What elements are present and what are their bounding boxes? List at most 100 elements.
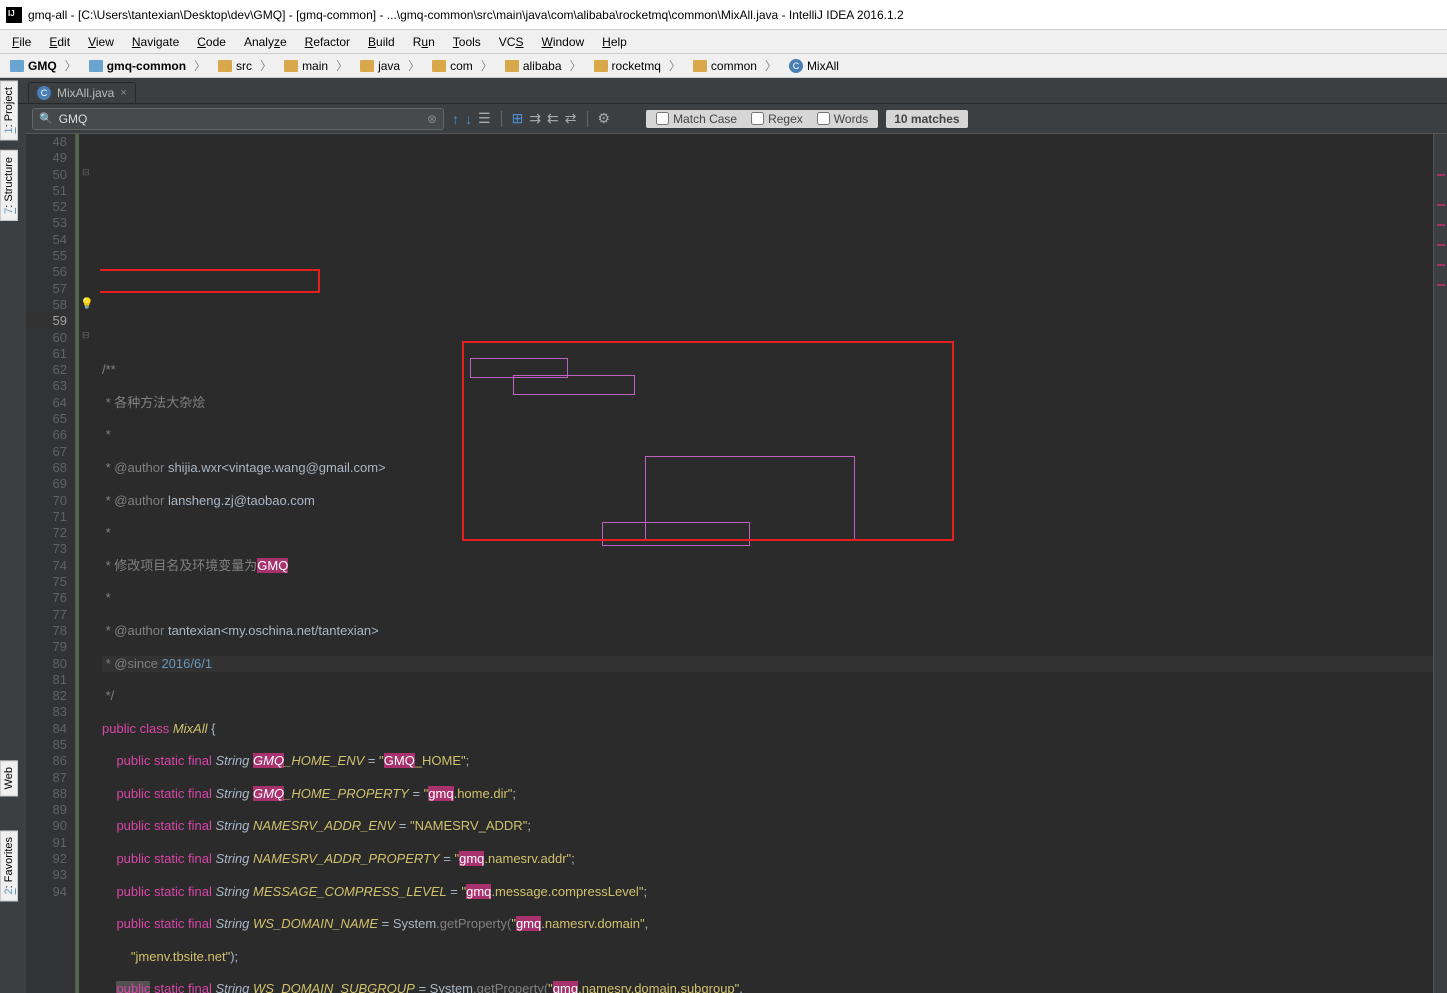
words-check[interactable]: Words	[817, 112, 868, 126]
menu-run[interactable]: Run	[405, 33, 443, 51]
fold-icon[interactable]: ⊟	[82, 330, 90, 341]
menu-analyze[interactable]: Analyze	[236, 33, 295, 51]
toolwindow-project[interactable]: 1: Project	[0, 80, 18, 140]
menu-help[interactable]: Help	[594, 33, 635, 51]
line-number[interactable]: 50	[26, 167, 67, 183]
line-number[interactable]: 64	[26, 395, 67, 411]
menu-file[interactable]: File	[4, 33, 39, 51]
line-number[interactable]: 51	[26, 183, 67, 199]
clear-icon[interactable]: ⊗	[427, 112, 437, 126]
line-number[interactable]: 89	[26, 802, 67, 818]
toolwindow-structure[interactable]: 7: Structure	[0, 150, 18, 221]
line-number[interactable]: 78	[26, 623, 67, 639]
line-number[interactable]: 53	[26, 215, 67, 231]
line-number[interactable]: 85	[26, 737, 67, 753]
add-selection-icon[interactable]: ⊞	[512, 110, 524, 127]
line-number[interactable]: 49	[26, 150, 67, 166]
crumb-file[interactable]: CMixAll	[783, 59, 853, 73]
code-line: public static final String NAMESRV_ADDR_…	[102, 818, 1447, 834]
line-number[interactable]: 65	[26, 411, 67, 427]
prev-match-icon[interactable]: ↑	[452, 111, 459, 127]
fold-icon[interactable]: ⊟	[82, 167, 90, 178]
crumb-java[interactable]: java	[354, 57, 426, 74]
line-number[interactable]: 84	[26, 721, 67, 737]
select-all-icon[interactable]: ⇉	[529, 110, 541, 127]
line-number[interactable]: 81	[26, 672, 67, 688]
error-stripe[interactable]	[1433, 134, 1447, 993]
line-number[interactable]: 67	[26, 444, 67, 460]
line-number[interactable]: 69	[26, 476, 67, 492]
line-gutter[interactable]: 4849505152535455565758596061626364656667…	[26, 134, 76, 993]
line-number[interactable]: 66	[26, 427, 67, 443]
line-number[interactable]: 74	[26, 558, 67, 574]
crumb-rocketmq[interactable]: rocketmq	[588, 57, 687, 74]
line-number[interactable]: 59	[26, 313, 67, 329]
line-number[interactable]: 83	[26, 704, 67, 720]
crumb-root[interactable]: GMQ	[4, 57, 83, 74]
code-line: public static final String GMQ_HOME_ENV …	[102, 753, 1447, 769]
line-number[interactable]: 87	[26, 770, 67, 786]
line-number[interactable]: 73	[26, 541, 67, 557]
search-input[interactable]	[59, 112, 421, 126]
crumb-alibaba[interactable]: alibaba	[499, 57, 588, 74]
line-number[interactable]: 68	[26, 460, 67, 476]
settings-icon[interactable]: ⚙	[598, 110, 611, 127]
line-number[interactable]: 77	[26, 607, 67, 623]
line-number[interactable]: 63	[26, 378, 67, 394]
tab-mixall[interactable]: C MixAll.java ×	[28, 82, 136, 103]
line-number[interactable]: 93	[26, 867, 67, 883]
menu-view[interactable]: View	[80, 33, 122, 51]
line-number[interactable]: 54	[26, 232, 67, 248]
menu-refactor[interactable]: Refactor	[297, 33, 358, 51]
toolwindow-favorites[interactable]: 2: Favorites	[0, 830, 18, 901]
remove-selection-icon[interactable]: ⇇	[547, 110, 559, 127]
menu-code[interactable]: Code	[189, 33, 234, 51]
filter-icon[interactable]: ☰	[478, 110, 491, 127]
menu-vcs[interactable]: VCS	[491, 33, 532, 51]
crumb-com[interactable]: com	[426, 57, 499, 74]
line-number[interactable]: 52	[26, 199, 67, 215]
match-case-check[interactable]: Match Case	[656, 112, 737, 126]
line-number[interactable]: 79	[26, 639, 67, 655]
line-number[interactable]: 48	[26, 134, 67, 150]
line-number[interactable]: 82	[26, 688, 67, 704]
line-number[interactable]: 91	[26, 835, 67, 851]
menu-tools[interactable]: Tools	[445, 33, 489, 51]
line-number[interactable]: 75	[26, 574, 67, 590]
line-number[interactable]: 57	[26, 281, 67, 297]
regex-check[interactable]: Regex	[751, 112, 803, 126]
line-number[interactable]: 72	[26, 525, 67, 541]
toggle-icon[interactable]: ⇄	[565, 110, 577, 127]
menu-window[interactable]: Window	[533, 33, 592, 51]
line-number[interactable]: 80	[26, 656, 67, 672]
toolwindow-web[interactable]: Web	[0, 760, 18, 796]
line-number[interactable]: 62	[26, 362, 67, 378]
code-line: * @author lansheng.zj@taobao.com	[102, 493, 1447, 509]
code-area[interactable]: /** * 各种方法大杂烩 * * @author shijia.wxr<vin…	[100, 134, 1447, 993]
line-number[interactable]: 61	[26, 346, 67, 362]
crumb-module[interactable]: gmq-common	[83, 57, 212, 74]
line-number[interactable]: 60	[26, 330, 67, 346]
line-number[interactable]: 88	[26, 786, 67, 802]
line-number[interactable]: 90	[26, 818, 67, 834]
code-line	[102, 297, 1447, 313]
crumb-src[interactable]: src	[212, 57, 278, 74]
line-number[interactable]: 56	[26, 264, 67, 280]
main-menubar: File Edit View Navigate Code Analyze Ref…	[0, 30, 1447, 54]
line-number[interactable]: 86	[26, 753, 67, 769]
line-number[interactable]: 70	[26, 493, 67, 509]
line-number[interactable]: 55	[26, 248, 67, 264]
line-number[interactable]: 71	[26, 509, 67, 525]
menu-navigate[interactable]: Navigate	[124, 33, 187, 51]
intention-bulb-icon[interactable]: 💡	[80, 297, 94, 310]
crumb-main[interactable]: main	[278, 57, 354, 74]
line-number[interactable]: 76	[26, 590, 67, 606]
line-number[interactable]: 94	[26, 884, 67, 900]
menu-build[interactable]: Build	[360, 33, 403, 51]
line-number[interactable]: 92	[26, 851, 67, 867]
next-match-icon[interactable]: ↓	[465, 111, 472, 127]
menu-edit[interactable]: Edit	[41, 33, 78, 51]
crumb-common[interactable]: common	[687, 57, 783, 74]
line-number[interactable]: 58	[26, 297, 67, 313]
close-icon[interactable]: ×	[120, 87, 126, 99]
